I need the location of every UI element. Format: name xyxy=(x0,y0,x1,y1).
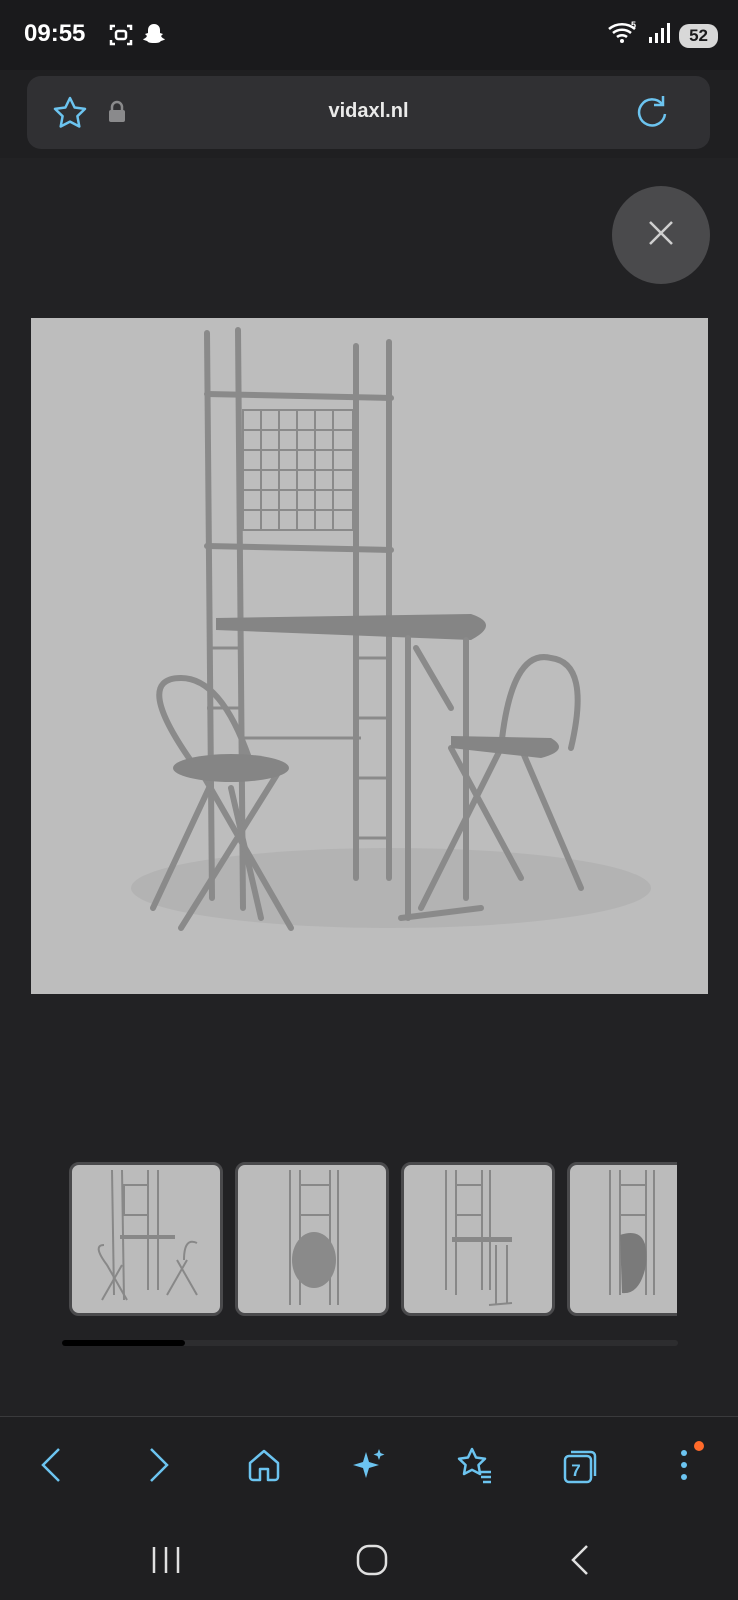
browser-toolbar: 7 xyxy=(0,1416,738,1521)
url-domain[interactable]: vidaxl.nl xyxy=(27,100,710,123)
url-bar[interactable]: vidaxl.nl xyxy=(27,76,710,149)
back-nav-button[interactable] xyxy=(560,1542,600,1582)
tabs-icon: 7 xyxy=(561,1448,599,1486)
thumbnail-strip[interactable] xyxy=(69,1162,677,1316)
home-icon xyxy=(246,1447,282,1488)
status-bar: 09:55 5 52 xyxy=(0,0,738,70)
forward-button[interactable] xyxy=(139,1447,179,1487)
more-vertical-icon xyxy=(679,1447,689,1488)
notification-dot xyxy=(694,1441,704,1451)
bookmark-star-icon xyxy=(455,1446,493,1489)
recents-icon xyxy=(150,1545,182,1580)
sparkle-icon xyxy=(350,1446,388,1489)
battery-badge: 52 xyxy=(679,23,718,48)
thumbnail-scrollbar[interactable] xyxy=(62,1340,678,1346)
thumb-table-only[interactable] xyxy=(401,1162,555,1316)
thumb-set-with-chairs[interactable] xyxy=(69,1162,223,1316)
tab-count: 7 xyxy=(571,1461,581,1480)
snapchat-icon xyxy=(142,22,166,53)
tabs-button[interactable]: 7 xyxy=(560,1447,600,1487)
svg-text:5: 5 xyxy=(631,20,636,30)
ai-assistant-button[interactable] xyxy=(349,1447,389,1487)
recent-apps-button[interactable] xyxy=(146,1542,186,1582)
close-button[interactable] xyxy=(612,186,710,284)
back-arrow-icon xyxy=(569,1543,591,1582)
status-time: 09:55 xyxy=(24,20,86,47)
thumb-set-folded[interactable] xyxy=(235,1162,389,1316)
home-button[interactable] xyxy=(244,1447,284,1487)
wifi-icon: 5 xyxy=(607,20,639,51)
back-button[interactable] xyxy=(31,1447,71,1487)
thumb-folded-side[interactable] xyxy=(567,1162,677,1316)
signal-icon xyxy=(647,21,671,50)
home-circle-icon xyxy=(355,1543,389,1582)
home-nav-button[interactable] xyxy=(352,1542,392,1582)
product-image[interactable] xyxy=(31,318,708,994)
reload-icon[interactable] xyxy=(632,92,672,137)
close-icon xyxy=(645,217,677,254)
menu-button[interactable] xyxy=(664,1441,704,1488)
bookmarks-button[interactable] xyxy=(454,1447,494,1487)
screenshot-icon xyxy=(108,22,134,53)
system-navigation-bar xyxy=(0,1520,738,1600)
thumbnail-scrollbar-thumb[interactable] xyxy=(62,1340,186,1346)
chevron-left-icon xyxy=(39,1447,63,1488)
chevron-right-icon xyxy=(147,1447,171,1488)
